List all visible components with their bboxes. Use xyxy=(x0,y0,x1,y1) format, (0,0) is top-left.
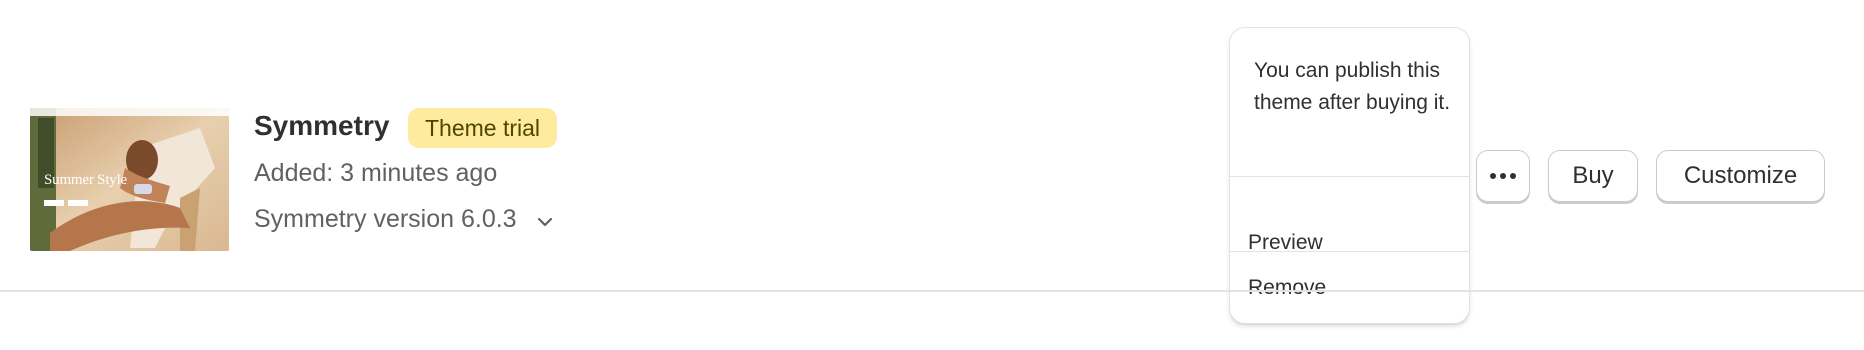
publish-info-message: You can publish this theme after buying … xyxy=(1254,59,1451,114)
ellipsis-icon xyxy=(1477,151,1529,201)
chevron-down-icon xyxy=(535,210,555,230)
actions-popover: You can publish this theme after buying … xyxy=(1229,27,1470,324)
thumbnail-caption: Summer Style xyxy=(44,172,128,188)
popover-divider xyxy=(1230,176,1469,177)
added-timestamp: Added: 3 minutes ago xyxy=(254,159,498,187)
remove-menu-item[interactable]: Remove xyxy=(1230,252,1469,324)
thumbnail-button-graphic xyxy=(68,200,88,206)
customize-button[interactable]: Customize xyxy=(1656,150,1825,202)
theme-thumbnail: Summer Style xyxy=(30,108,229,251)
thumbnail-header-bar xyxy=(30,108,229,116)
buy-button[interactable]: Buy xyxy=(1548,150,1638,202)
thumbnail-button-graphic xyxy=(44,200,64,206)
theme-name: Symmetry xyxy=(254,110,390,141)
theme-trial-badge: Theme trial xyxy=(408,108,558,148)
version-selector[interactable]: Symmetry version 6.0.3 xyxy=(254,205,555,234)
version-label: Symmetry version 6.0.3 xyxy=(254,205,517,233)
row-divider xyxy=(0,290,1864,292)
more-actions-button[interactable] xyxy=(1476,150,1530,202)
theme-row: Summer Style Symmetry Theme trial Added:… xyxy=(0,0,1864,324)
